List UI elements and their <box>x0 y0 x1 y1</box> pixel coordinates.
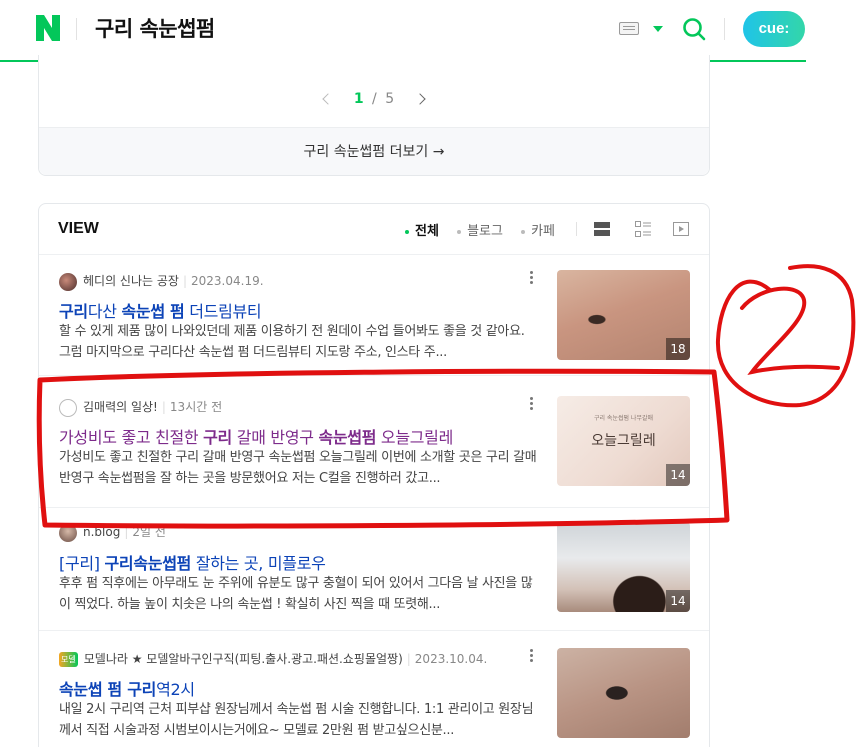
pagination: 1 / 5 <box>39 91 709 107</box>
divider <box>39 507 709 508</box>
title-highlight: 구리 <box>59 302 88 321</box>
naver-logo[interactable] <box>36 15 60 41</box>
title-highlight: 구리 <box>203 428 232 447</box>
number-two-mark <box>740 286 840 376</box>
next-page-icon[interactable] <box>414 93 426 105</box>
filter-divider <box>576 222 577 236</box>
bullet-icon <box>405 229 409 234</box>
total-pages: 5 <box>385 91 395 107</box>
filter-all[interactable]: 전체 <box>405 224 439 239</box>
meta-divider: | <box>182 274 187 288</box>
more-results-link[interactable]: 구리 속눈썹펌 더보기 → <box>39 127 709 175</box>
bullet-icon <box>457 229 462 234</box>
page-separator: / <box>372 91 377 107</box>
filter-label: 블로그 <box>467 224 503 239</box>
view-filters: 전체 블로그 카페 <box>405 220 569 239</box>
keyboard-icon[interactable] <box>619 22 639 35</box>
filter-blog[interactable]: 블로그 <box>457 224 503 239</box>
title-text: 역2시 <box>156 680 195 699</box>
avatar[interactable] <box>59 272 77 291</box>
cue-button[interactable]: cue: <box>743 11 805 47</box>
smart-block-footer: 1 / 5 구리 속눈썹펌 더보기 → <box>38 55 710 176</box>
bullet-icon <box>521 229 526 234</box>
divider <box>39 630 709 631</box>
dropdown-caret-icon[interactable] <box>653 26 663 32</box>
title-text: 잘하는 곳, 미플로우 <box>191 554 326 573</box>
item-title[interactable]: 속눈썹 펌 구리역2시 <box>59 676 195 700</box>
author-badge[interactable]: 모델 <box>59 652 78 667</box>
more-options-icon[interactable] <box>530 397 534 411</box>
circle-mark <box>715 264 856 408</box>
top-header: 구리 속눈썹펌 cue: <box>0 0 806 62</box>
meta-divider: | <box>406 652 411 666</box>
meta-divider: | <box>124 525 129 539</box>
meta-divider: | <box>161 400 166 414</box>
item-title[interactable]: 구리다산 속눈썹 펌 더드림뷰티 <box>59 298 262 322</box>
title-text: 더드림뷰티 <box>184 302 262 321</box>
avatar[interactable] <box>59 398 77 417</box>
item-meta: n.blog | 2일 전 <box>59 523 166 542</box>
post-date: 2023.10.04. <box>414 652 488 666</box>
current-page: 1 <box>353 91 364 107</box>
view-header: VIEW 전체 블로그 카페 <box>39 204 709 255</box>
item-thumbnail[interactable]: 14 <box>557 522 690 612</box>
filter-label: 카페 <box>531 224 556 239</box>
title-text: 가성비도 좋고 친절한 <box>59 428 204 447</box>
author-name[interactable]: n.blog <box>83 525 120 539</box>
detail-list-icon[interactable] <box>635 221 651 237</box>
item-meta: 김매력의 일상! | 13시간 전 <box>59 398 222 417</box>
title-highlight: 속눈썹 펌 <box>121 302 185 321</box>
item-description: 가성비도 좋고 친절한 구리 갈매 반영구 속눈썹펌 오늘그릴레 이번에 소개할… <box>59 450 537 486</box>
title-highlight: 속눈썹펌 <box>318 428 377 447</box>
title-text: [구리] <box>59 554 105 573</box>
filter-cafe[interactable]: 카페 <box>521 224 555 239</box>
image-count: 14 <box>666 590 690 612</box>
post-date: 13시간 전 <box>169 400 223 414</box>
thumbnail-caption: 구리 속눈썹펌 나무갈매 <box>593 415 653 422</box>
title-highlight: 속눈썹 펌 구리 <box>59 680 157 699</box>
search-icon[interactable] <box>682 17 706 41</box>
avatar[interactable] <box>59 523 77 542</box>
prev-page-icon[interactable] <box>322 93 334 105</box>
item-thumbnail[interactable]: 18 <box>557 270 690 360</box>
item-meta: 헤디의 신나는 공장 | 2023.04.19. <box>59 272 264 291</box>
item-description: 내일 2시 구리역 근처 피부샵 원장님께서 속눈썹 펌 시술 진행합니다. 1… <box>59 702 534 738</box>
title-text: 갈매 반영구 <box>231 428 319 447</box>
post-date: 2023.04.19. <box>191 274 264 288</box>
image-count: 18 <box>666 338 690 360</box>
view-section: VIEW 전체 블로그 카페 헤디의 신나는 공장 | 2023.04.19. 구리… <box>38 203 710 747</box>
divider <box>39 375 709 376</box>
item-description: 할 수 있게 제품 많이 나와있던데 제품 이용하기 전 원데이 수업 들어봐도… <box>59 324 525 360</box>
item-description: 후후 펌 직후에는 아무래도 눈 주위에 유분도 많구 충혈이 되어 있어서 그… <box>59 576 533 612</box>
author-name[interactable]: 헤디의 신나는 공장 <box>83 274 179 288</box>
item-meta: 모델 모델나라 ★ 모델알바구인구직(피팅.출사.광고.패션.쇼핑몰얼짱) | 202… <box>59 650 487 667</box>
search-query[interactable]: 구리 속눈썹펌 <box>95 13 215 43</box>
author-name[interactable]: 김매력의 일상! <box>83 400 158 414</box>
item-thumbnail[interactable]: 구리 속눈썹펌 나무갈매 오늘그릴레 14 <box>557 396 690 486</box>
title-text: 다산 <box>87 302 122 321</box>
more-options-icon[interactable] <box>530 649 534 663</box>
post-date: 2일 전 <box>132 525 166 539</box>
title-text: 오늘그릴레 <box>376 428 454 447</box>
filter-label: 전체 <box>415 224 439 239</box>
section-title: VIEW <box>58 220 99 237</box>
video-icon[interactable] <box>673 221 689 237</box>
thumbnail-text: 오늘그릴레 <box>591 433 656 449</box>
title-highlight: 구리속눈썹펌 <box>104 554 192 573</box>
image-count: 14 <box>666 464 690 486</box>
header-divider <box>76 18 77 40</box>
item-title[interactable]: [구리] 구리속눈썹펌 잘하는 곳, 미플로우 <box>59 550 326 574</box>
header-divider <box>724 18 725 40</box>
item-title[interactable]: 가성비도 좋고 친절한 구리 갈매 반영구 속눈썹펌 오늘그릴레 <box>59 424 453 448</box>
single-list-icon[interactable] <box>594 221 610 237</box>
more-options-icon[interactable] <box>530 271 534 285</box>
author-name[interactable]: 모델나라 ★ 모델알바구인구직(피팅.출사.광고.패션.쇼핑몰얼짱) <box>84 652 403 666</box>
item-thumbnail[interactable] <box>557 648 690 738</box>
